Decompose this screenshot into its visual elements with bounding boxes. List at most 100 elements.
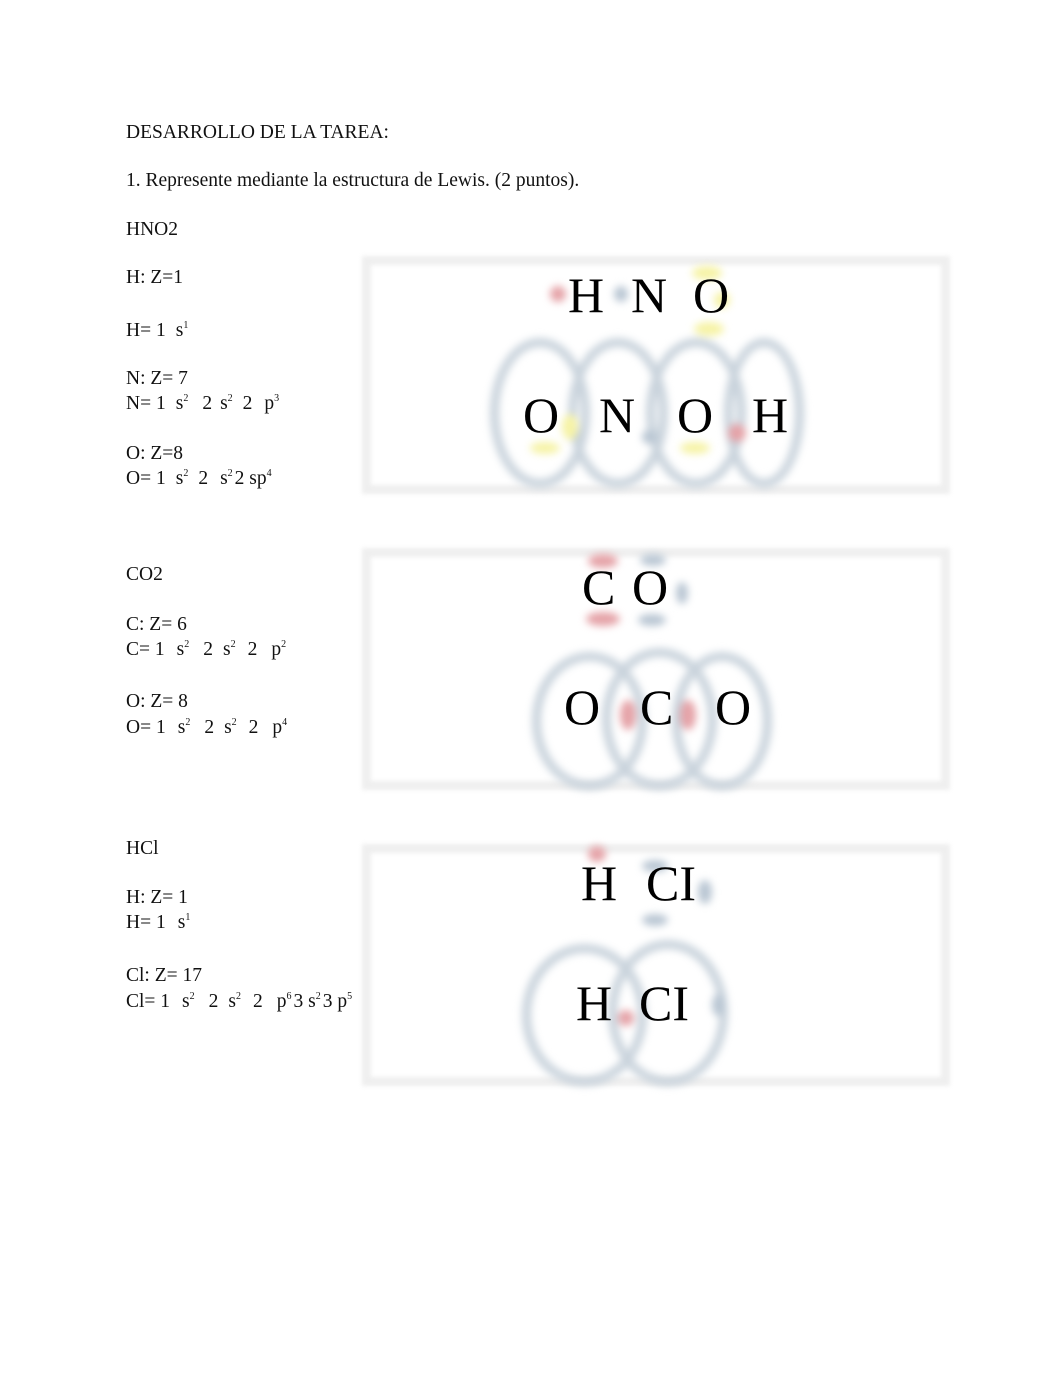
atomic-number-cl: Cl: Z= 17 <box>126 965 203 986</box>
config-term: O= 1 <box>126 468 166 489</box>
config-term: C= 1 <box>126 639 165 660</box>
superscript: 2 <box>231 717 237 728</box>
electron-dot <box>614 286 628 302</box>
config-term: 2 <box>198 468 209 489</box>
config-term: 2 <box>204 717 215 738</box>
config-term: s2 <box>222 639 236 660</box>
config-term: 2 <box>252 991 263 1012</box>
atomic-number-h: H: Z=1 <box>126 267 184 288</box>
config-term: p3 <box>264 393 280 414</box>
atom-label: N <box>599 387 636 443</box>
config-term: 2 <box>208 991 219 1012</box>
electron-dot <box>676 582 688 604</box>
superscript: 2 <box>230 639 236 650</box>
atom-label: O <box>677 387 714 443</box>
superscript: 2 <box>235 991 241 1002</box>
electron-dot <box>620 700 636 730</box>
atom-label: C <box>640 679 674 735</box>
atom-label: O <box>632 559 669 615</box>
electron-dot <box>618 1010 634 1026</box>
electron-config-c: C= 1 s2 2 s2 2 p2 <box>126 639 286 661</box>
config-term: N= 1 <box>126 393 166 414</box>
lewis-diagram-hcl: H CI H CI <box>362 844 950 1086</box>
atom-label: H <box>581 855 618 911</box>
electron-config-o: O= 1 s2 2 s2 2 p4 <box>126 717 287 739</box>
superscript: 2 <box>189 991 195 1002</box>
superscript: 2 <box>281 639 287 650</box>
electron-dot <box>642 430 656 444</box>
config-term: O= 1 <box>126 717 166 738</box>
atom-label: H <box>752 387 789 443</box>
superscript: 4 <box>282 717 288 728</box>
config-term: 2 <box>242 393 253 414</box>
question-text: 1. Represente mediante la estructura de … <box>126 170 580 191</box>
superscript: 2 <box>185 717 191 728</box>
superscript: 2 <box>227 393 233 404</box>
electron-config-cl: Cl= 1 s2 2 s2 2 p6 3 s2 3 p5 <box>126 991 352 1013</box>
config-term: s2 <box>220 393 233 414</box>
config-term: 2 <box>247 639 258 660</box>
formula-co2: CO2 <box>126 564 163 585</box>
atom-label: O <box>564 679 601 735</box>
config-term: 2 <box>248 717 259 738</box>
electron-dot <box>562 414 578 440</box>
superscript: 3 <box>274 393 280 404</box>
config-term: 3 p5 <box>322 991 353 1012</box>
superscript: 2 <box>183 393 189 404</box>
config-term: s2 <box>175 468 189 489</box>
superscript: 1 <box>185 912 191 923</box>
atom-label: O <box>523 387 560 443</box>
superscript: 2 <box>227 468 233 479</box>
config-term: s1 <box>175 320 189 341</box>
electron-dot <box>712 994 724 1016</box>
superscript: 5 <box>347 991 353 1002</box>
electron-config-h: H= 1 s1 <box>126 912 190 934</box>
config-term: 2 <box>202 393 213 414</box>
config-term: s2 <box>220 468 233 489</box>
config-term: H= 1 <box>126 912 166 933</box>
atomic-number-o: O: Z=8 <box>126 443 184 464</box>
task-heading: DESARROLLO DE LA TAREA: <box>126 122 389 143</box>
electron-dot <box>698 880 712 904</box>
config-term: s2 <box>177 717 191 738</box>
config-term: p4 <box>272 717 288 738</box>
config-term: s2 <box>224 717 237 738</box>
atom-label: H <box>576 975 613 1031</box>
electron-dot <box>530 442 560 454</box>
config-term: p2 <box>271 639 287 660</box>
config-term: 2 sp4 <box>234 468 272 489</box>
config-term: s2 <box>228 991 241 1012</box>
config-term: p6 <box>276 991 292 1012</box>
electron-config-o: O= 1 s2 2 s2 2 sp4 <box>126 468 272 490</box>
electron-dot <box>694 322 724 336</box>
electron-config-h: H= 1 s1 <box>126 320 188 342</box>
electron-dot <box>638 614 666 626</box>
superscript: 1 <box>183 320 189 331</box>
atom-label: O <box>715 679 752 735</box>
lewis-diagram-hno2: H N O O N O H <box>362 256 950 494</box>
atomic-number-c: C: Z= 6 <box>126 614 187 635</box>
superscript: 6 <box>286 991 292 1002</box>
config-term: s2 <box>175 393 189 414</box>
atomic-number-o: O: Z= 8 <box>126 691 188 712</box>
atom-label: CI <box>646 855 696 911</box>
atom-label: N <box>631 267 668 323</box>
formula-hcl: HCl <box>126 838 159 859</box>
electron-dot <box>680 442 710 454</box>
electron-dot <box>550 286 566 302</box>
superscript: 2 <box>315 991 321 1002</box>
superscript: 2 <box>184 639 190 650</box>
config-term: s1 <box>177 912 191 933</box>
atomic-number-h: H: Z= 1 <box>126 887 188 908</box>
atom-label: H <box>568 267 605 323</box>
electron-config-n: N= 1 s2 2 s2 2 p3 <box>126 393 279 415</box>
config-term: H= 1 <box>126 320 166 341</box>
config-term: 2 <box>203 639 213 660</box>
atom-label: CI <box>639 975 689 1031</box>
electron-dot <box>642 914 668 926</box>
electron-dot <box>680 700 696 730</box>
lewis-diagram-co2: C O O C O <box>362 548 950 790</box>
atomic-number-n: N: Z= 7 <box>126 368 188 389</box>
config-term: Cl= 1 <box>126 991 171 1012</box>
config-term: s2 <box>182 991 195 1012</box>
